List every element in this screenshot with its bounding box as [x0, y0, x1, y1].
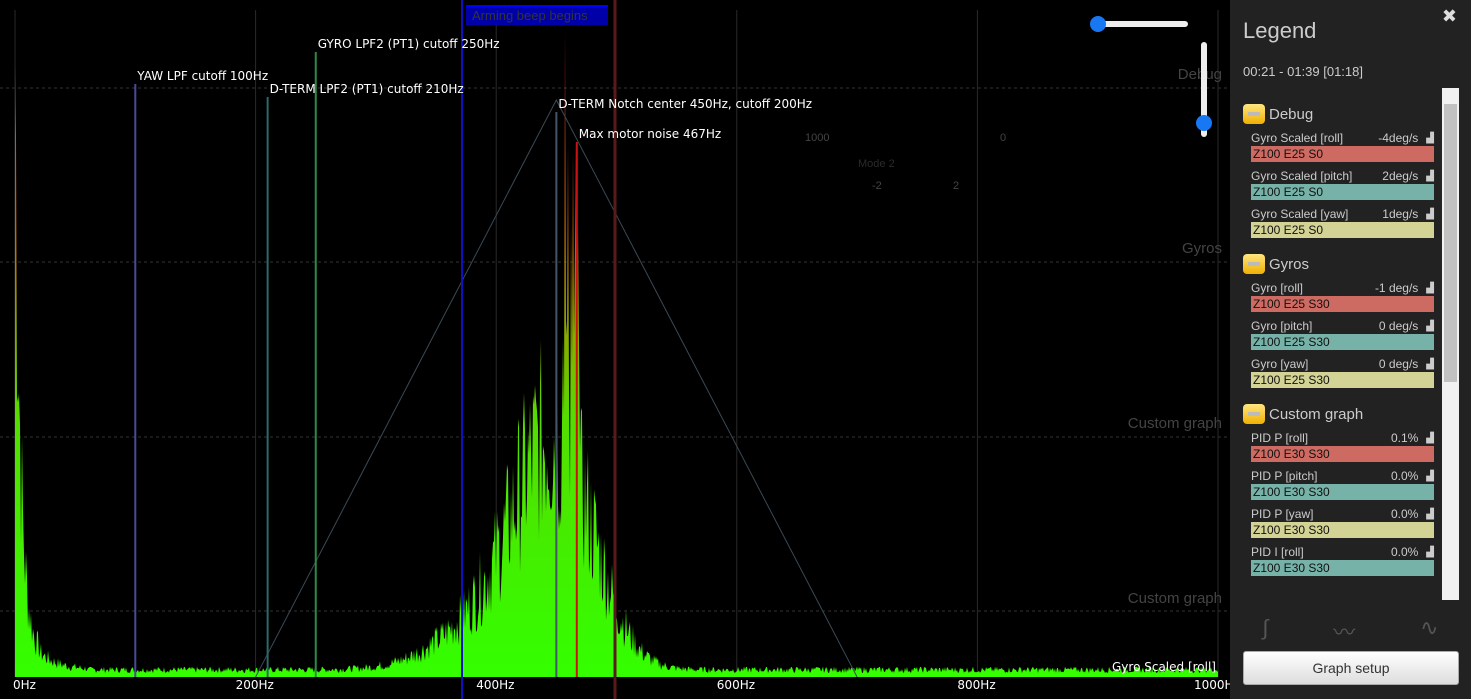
- graph-label-custom: Custom graph: [1127, 415, 1222, 432]
- field-name: Gyro [yaw]: [1251, 357, 1309, 371]
- field-name: Gyro Scaled [roll]: [1251, 131, 1344, 145]
- legend-item[interactable]: PID P [yaw] 0.0% ▟ Z100 E30 S30: [1251, 506, 1434, 538]
- stick-mode: Mode 2: [858, 158, 895, 170]
- filter-marker-label: D-TERM LPF2 (PT1) cutoff 210Hz: [269, 82, 464, 96]
- graph-label-custom-2: Custom graph: [1127, 590, 1222, 607]
- spectrum-icon[interactable]: ▟: [1426, 471, 1434, 482]
- legend-item[interactable]: Gyro [yaw] 0 deg/s ▟ Z100 E25 S30: [1251, 356, 1434, 388]
- field-value: 0.0%: [1390, 545, 1419, 559]
- graph-label-gyros: Gyros: [1181, 240, 1222, 257]
- legend-title: Legend: [1243, 18, 1317, 43]
- spectrum-icon[interactable]: ▟: [1426, 509, 1434, 520]
- field-settings: Z100 E25 S0: [1251, 222, 1434, 238]
- field-value: 0 deg/s: [1378, 319, 1419, 333]
- legend-group-header[interactable]: Custom graph: [1243, 404, 1443, 424]
- stick-value: 1000: [805, 132, 830, 144]
- field-name: Gyro [roll]: [1251, 281, 1304, 295]
- field-settings: Z100 E30 S30: [1251, 522, 1434, 538]
- legend-item[interactable]: Gyro [pitch] 0 deg/s ▟ Z100 E25 S30: [1251, 318, 1434, 350]
- legend-item[interactable]: Gyro Scaled [pitch] 2deg/s ▟ Z100 E25 S0: [1251, 168, 1434, 200]
- time-range: 00:21 - 01:39 [01:18]: [1243, 64, 1363, 79]
- filter-marker-label: D-TERM Notch center 450Hz, cutoff 200Hz: [558, 97, 813, 111]
- stick-value: 0: [1000, 132, 1007, 144]
- spectrum-icon[interactable]: ▟: [1426, 209, 1434, 220]
- group-name: Custom graph: [1269, 405, 1364, 423]
- legend-item[interactable]: Gyro Scaled [yaw] 1deg/s ▟ Z100 E25 S0: [1251, 206, 1434, 238]
- spectrum-icon[interactable]: ▟: [1426, 321, 1434, 332]
- field-value: 0.0%: [1390, 507, 1419, 521]
- field-settings: Z100 E25 S30: [1251, 372, 1434, 388]
- filter-marker-label: YAW LPF cutoff 100Hz: [137, 69, 269, 83]
- legend-group-header[interactable]: Gyros: [1243, 254, 1443, 274]
- x-tick-label: 0Hz: [13, 678, 36, 692]
- spectrum-icon[interactable]: ▟: [1426, 547, 1434, 558]
- x-tick-label: 400Hz: [476, 678, 515, 692]
- legend-item[interactable]: PID P [pitch] 0.0% ▟ Z100 E30 S30: [1251, 468, 1434, 500]
- field-name: Gyro [pitch]: [1251, 319, 1313, 333]
- legend-panel: Legend ✖ 00:21 - 01:39 [01:18] Debug Gyro…: [1230, 0, 1471, 699]
- filter-marker-label: GYRO LPF2 (PT1) cutoff 250Hz: [317, 37, 500, 51]
- legend-item[interactable]: Gyro Scaled [roll] -4deg/s ▟ Z100 E25 S0: [1251, 130, 1434, 162]
- legend-list: Debug Gyro Scaled [roll] -4deg/s ▟ Z100 E25 …: [1243, 88, 1443, 600]
- close-icon[interactable]: ✖: [1442, 6, 1457, 27]
- stick-value: 2: [953, 180, 960, 192]
- curve-label: Gyro Scaled [roll]: [1112, 660, 1216, 674]
- field-name: PID P [roll]: [1251, 431, 1309, 445]
- graph-smooth-icon[interactable]: ∿: [1420, 615, 1438, 647]
- field-settings: Z100 E25 S30: [1251, 334, 1434, 350]
- field-settings: Z100 E25 S30: [1251, 296, 1434, 312]
- field-value: 0.1%: [1390, 431, 1419, 445]
- spectrum-plot[interactable]: Arming beep begins YAW LPF cutoff 100Hz D…: [0, 0, 1240, 699]
- field-settings: Z100 E30 S30: [1251, 446, 1434, 462]
- field-value: 0.0%: [1390, 469, 1419, 483]
- graph-noise-icon[interactable]: 〰: [1333, 615, 1355, 647]
- field-value: 2deg/s: [1382, 169, 1419, 183]
- collapse-toggle-icon[interactable]: [1243, 404, 1265, 424]
- spectrum-icon[interactable]: ▟: [1426, 359, 1434, 370]
- graph-label-debug: Debug: [1177, 66, 1222, 83]
- field-name: PID I [roll]: [1251, 545, 1304, 559]
- field-settings: Z100 E25 S0: [1251, 146, 1434, 162]
- field-settings: Z100 E30 S30: [1251, 560, 1434, 576]
- field-value: 0 deg/s: [1378, 357, 1419, 371]
- x-tick-label: 600Hz: [716, 678, 756, 692]
- graph-zoom-icon[interactable]: ∫: [1262, 615, 1268, 647]
- group-name: Debug: [1269, 105, 1314, 123]
- spectrum-icon[interactable]: ▟: [1426, 133, 1434, 144]
- field-name: PID P [yaw]: [1251, 507, 1314, 521]
- spectrum-icon[interactable]: ▟: [1426, 283, 1434, 294]
- zoom-slider-horizontal[interactable]: [1090, 16, 1188, 32]
- field-name: Gyro Scaled [pitch]: [1251, 169, 1353, 183]
- graph-setup-button[interactable]: Graph setup: [1243, 651, 1459, 685]
- field-value: -4deg/s: [1378, 131, 1419, 145]
- stick-value: -2: [872, 180, 882, 192]
- collapse-toggle-icon[interactable]: [1243, 254, 1265, 274]
- field-settings: Z100 E30 S30: [1251, 484, 1434, 500]
- x-tick-label: 200Hz: [235, 678, 274, 692]
- field-name: PID P [pitch]: [1251, 469, 1318, 483]
- field-name: Gyro Scaled [yaw]: [1251, 207, 1349, 221]
- event-arming-beep: Arming beep begins: [466, 5, 608, 25]
- legend-item[interactable]: Gyro [roll] -1 deg/s ▟ Z100 E25 S30: [1251, 280, 1434, 312]
- group-name: Gyros: [1269, 255, 1310, 273]
- field-settings: Z100 E25 S0: [1251, 184, 1434, 200]
- legend-item[interactable]: PID I [roll] 0.0% ▟ Z100 E30 S30: [1251, 544, 1434, 576]
- field-value: 1deg/s: [1382, 207, 1419, 221]
- x-tick-label: 800Hz: [957, 678, 996, 692]
- zoom-slider-vertical[interactable]: [1196, 42, 1212, 137]
- legend-item[interactable]: PID P [roll] 0.1% ▟ Z100 E30 S30: [1251, 430, 1434, 462]
- spectrum-icon[interactable]: ▟: [1426, 171, 1434, 182]
- collapse-toggle-icon[interactable]: [1243, 104, 1265, 124]
- scrollbar[interactable]: [1442, 88, 1459, 600]
- spectrum-icon[interactable]: ▟: [1426, 433, 1434, 444]
- field-value: -1 deg/s: [1374, 281, 1419, 295]
- legend-group-header[interactable]: Debug: [1243, 104, 1443, 124]
- filter-marker-label: Max motor noise 467Hz: [578, 127, 722, 141]
